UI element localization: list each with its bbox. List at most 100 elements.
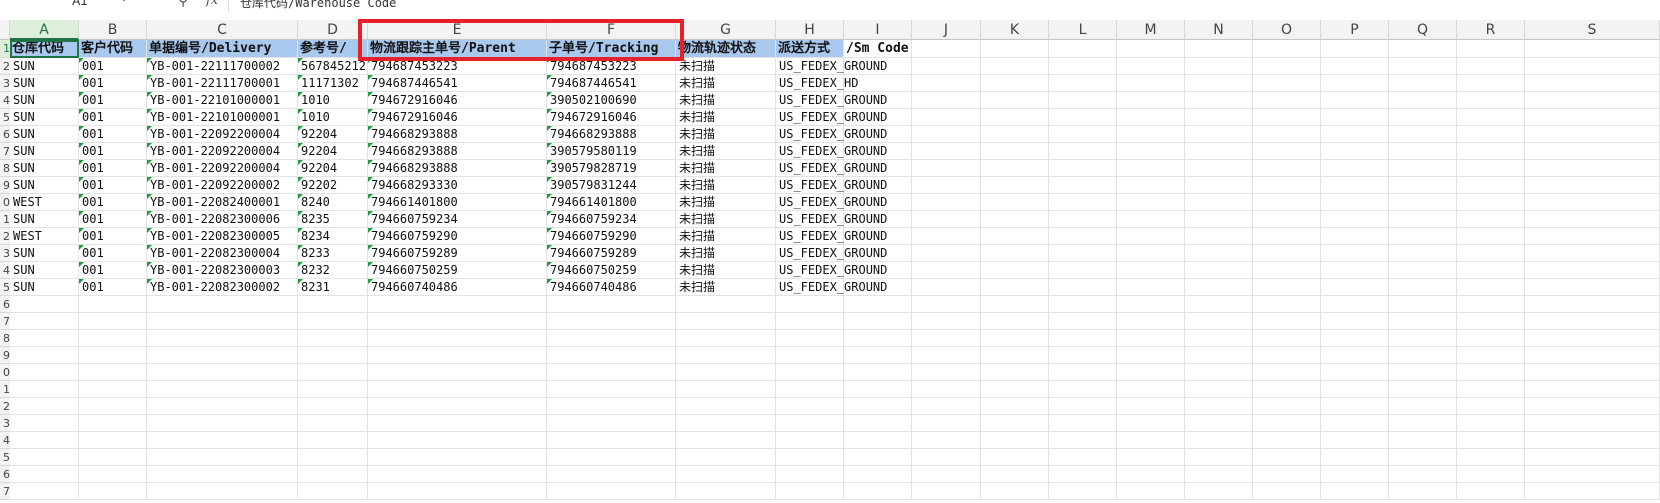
table-cell[interactable]: 92204 [298, 160, 368, 177]
table-cell[interactable]: US_FEDEX_GROUND [776, 177, 887, 194]
empty-cell[interactable] [1525, 194, 1660, 211]
empty-cell[interactable] [1525, 398, 1660, 415]
empty-cell[interactable] [981, 364, 1049, 381]
empty-cell[interactable] [1117, 466, 1185, 483]
empty-cell[interactable] [1457, 279, 1525, 296]
table-cell[interactable]: YB-001-22082400001 [147, 194, 298, 211]
empty-cell[interactable] [981, 347, 1049, 364]
empty-cell[interactable] [1457, 75, 1525, 92]
empty-cell[interactable] [79, 483, 147, 500]
table-cell[interactable]: YB-001-22111700002 [147, 58, 298, 75]
empty-cell[interactable] [1457, 211, 1525, 228]
column-header-s[interactable]: S [1525, 20, 1660, 40]
empty-cell[interactable] [1321, 483, 1389, 500]
table-cell[interactable]: 794660740486 [547, 279, 676, 296]
empty-cell[interactable] [1049, 483, 1117, 500]
table-cell[interactable]: SUN [10, 58, 79, 75]
row-header[interactable]: 5 [0, 279, 10, 296]
empty-cell[interactable] [1457, 449, 1525, 466]
empty-cell[interactable] [1321, 398, 1389, 415]
empty-cell[interactable] [1117, 211, 1185, 228]
empty-cell[interactable] [1525, 75, 1660, 92]
table-cell[interactable]: 8232 [298, 262, 368, 279]
empty-cell[interactable] [368, 296, 547, 313]
empty-cell[interactable] [1389, 364, 1457, 381]
empty-cell[interactable] [676, 449, 776, 466]
empty-cell[interactable] [912, 40, 981, 58]
empty-cell[interactable] [1457, 58, 1525, 75]
empty-cell[interactable] [1253, 109, 1321, 126]
table-cell[interactable]: 001 [79, 143, 147, 160]
empty-cell[interactable] [981, 109, 1049, 126]
empty-cell[interactable] [981, 449, 1049, 466]
empty-cell[interactable] [298, 364, 368, 381]
table-cell[interactable]: 794687453223 [368, 58, 547, 75]
header-cell[interactable]: /Sm Code [844, 40, 912, 58]
empty-cell[interactable] [298, 432, 368, 449]
empty-cell[interactable] [1185, 160, 1253, 177]
empty-cell[interactable] [912, 398, 981, 415]
empty-cell[interactable] [981, 296, 1049, 313]
empty-cell[interactable] [10, 432, 79, 449]
table-cell[interactable]: 11171302 [298, 75, 368, 92]
table-cell[interactable]: 001 [79, 211, 147, 228]
empty-cell[interactable] [1321, 58, 1389, 75]
header-cell[interactable]: 派送方式 [776, 40, 844, 58]
empty-cell[interactable] [981, 483, 1049, 500]
empty-cell[interactable] [844, 449, 912, 466]
row-header[interactable]: 8 [0, 330, 10, 347]
empty-cell[interactable] [79, 432, 147, 449]
empty-cell[interactable] [10, 296, 79, 313]
empty-cell[interactable] [1253, 40, 1321, 58]
table-cell[interactable]: 未扫描 [676, 160, 776, 177]
empty-cell[interactable] [1117, 245, 1185, 262]
empty-cell[interactable] [298, 330, 368, 347]
table-cell[interactable]: 794660759234 [368, 211, 547, 228]
table-cell[interactable]: 794660759289 [368, 245, 547, 262]
empty-cell[interactable] [1117, 364, 1185, 381]
empty-cell[interactable] [1389, 296, 1457, 313]
empty-cell[interactable] [1321, 143, 1389, 160]
empty-cell[interactable] [844, 398, 912, 415]
empty-cell[interactable] [676, 466, 776, 483]
empty-cell[interactable] [147, 381, 298, 398]
empty-cell[interactable] [676, 296, 776, 313]
empty-cell[interactable] [1185, 177, 1253, 194]
empty-cell[interactable] [1185, 432, 1253, 449]
column-header-k[interactable]: K [981, 20, 1049, 40]
empty-cell[interactable] [1389, 279, 1457, 296]
empty-cell[interactable] [147, 364, 298, 381]
empty-cell[interactable] [1321, 126, 1389, 143]
empty-cell[interactable] [776, 347, 844, 364]
empty-cell[interactable] [1117, 347, 1185, 364]
empty-cell[interactable] [547, 483, 676, 500]
empty-cell[interactable] [1389, 109, 1457, 126]
table-cell[interactable]: SUN [10, 245, 79, 262]
table-cell[interactable]: YB-001-22082300004 [147, 245, 298, 262]
empty-cell[interactable] [912, 228, 981, 245]
empty-cell[interactable] [79, 296, 147, 313]
empty-cell[interactable] [79, 313, 147, 330]
empty-cell[interactable] [1389, 398, 1457, 415]
table-cell[interactable]: 794660750259 [368, 262, 547, 279]
empty-cell[interactable] [1185, 211, 1253, 228]
empty-cell[interactable] [1253, 432, 1321, 449]
empty-cell[interactable] [1321, 415, 1389, 432]
empty-cell[interactable] [981, 58, 1049, 75]
empty-cell[interactable] [676, 347, 776, 364]
empty-cell[interactable] [981, 177, 1049, 194]
row-header[interactable]: 3 [0, 245, 10, 262]
empty-cell[interactable] [1457, 262, 1525, 279]
table-cell[interactable]: 未扫描 [676, 194, 776, 211]
empty-cell[interactable] [1457, 466, 1525, 483]
empty-cell[interactable] [1321, 177, 1389, 194]
empty-cell[interactable] [776, 364, 844, 381]
empty-cell[interactable] [1321, 40, 1389, 58]
table-cell[interactable]: 001 [79, 92, 147, 109]
table-cell[interactable]: 794672916046 [547, 109, 676, 126]
table-cell[interactable]: 390502100690 [547, 92, 676, 109]
empty-cell[interactable] [981, 245, 1049, 262]
table-cell[interactable]: 794687446541 [547, 75, 676, 92]
table-cell[interactable]: SUN [10, 177, 79, 194]
table-cell[interactable]: 92202 [298, 177, 368, 194]
